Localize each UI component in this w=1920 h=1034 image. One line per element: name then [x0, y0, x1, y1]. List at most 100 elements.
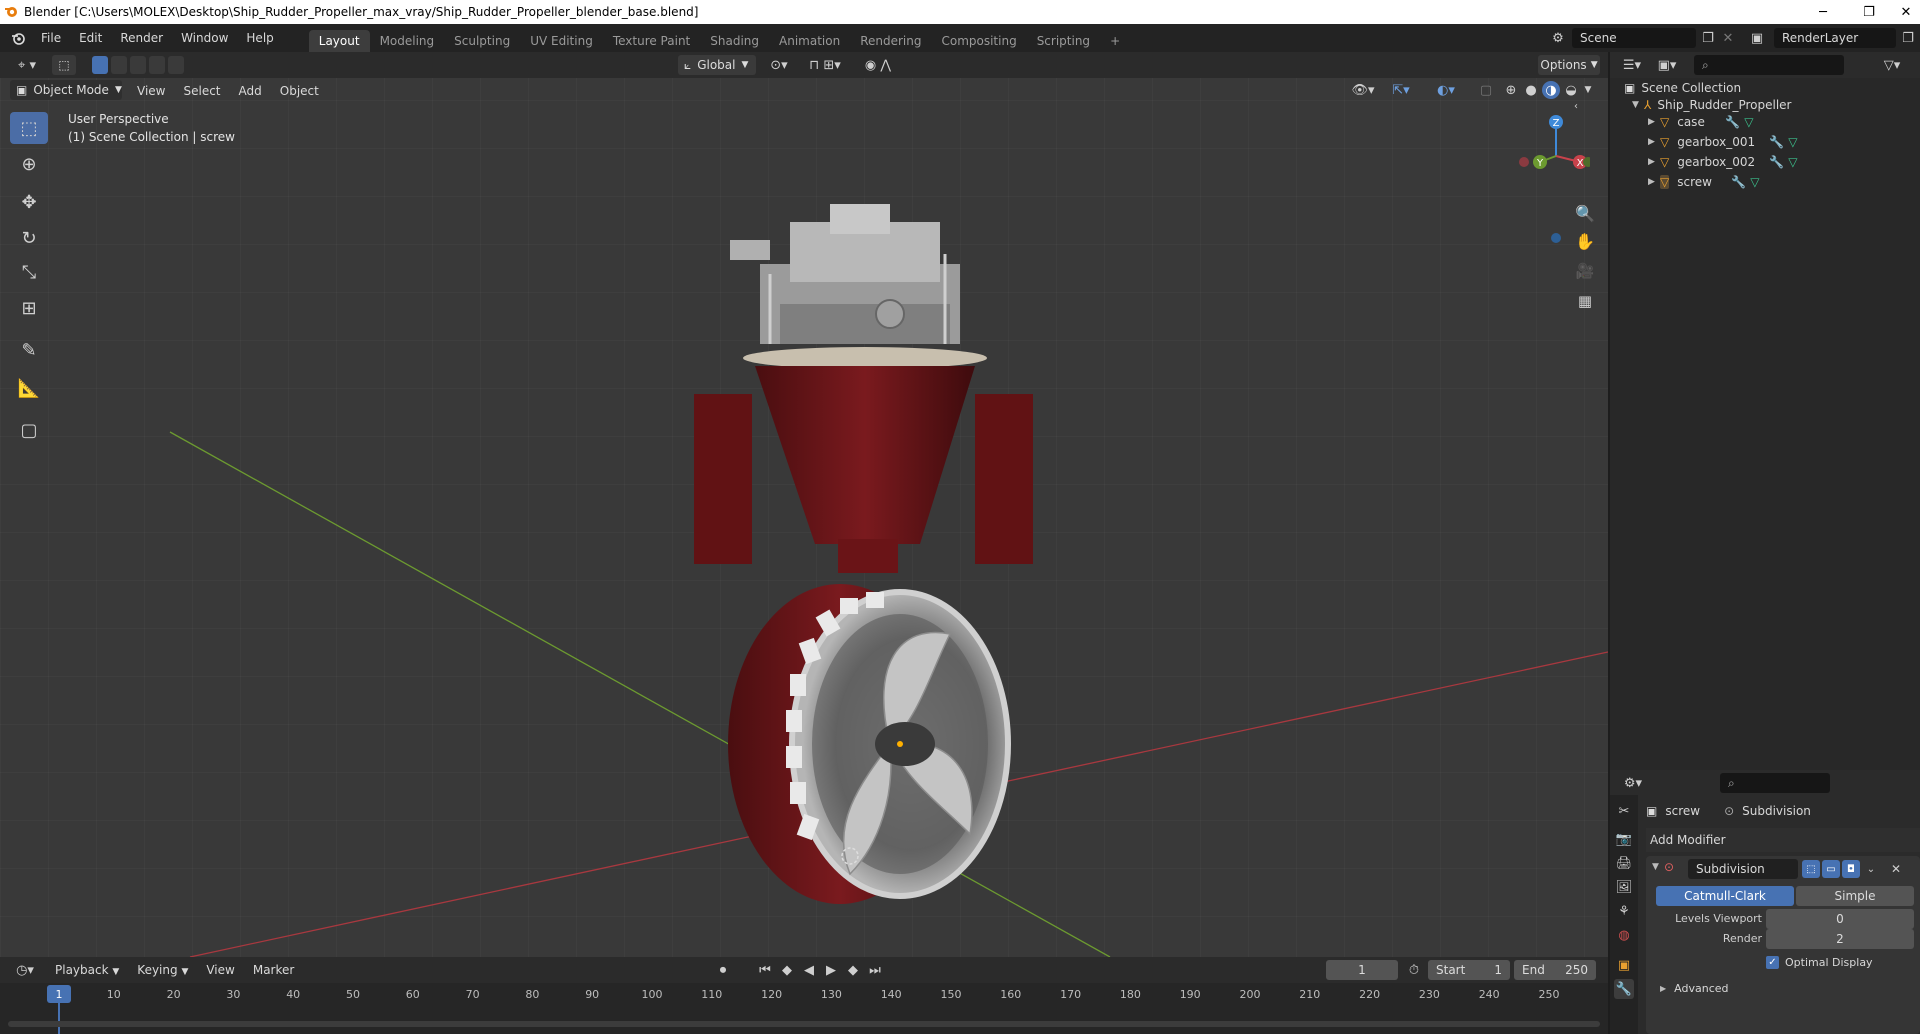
close-window-button[interactable]: ✕	[1892, 0, 1920, 24]
tab-modeling[interactable]: Modeling	[370, 30, 445, 52]
object-tab-icon[interactable]: ▣	[1614, 955, 1634, 975]
modifier-tab-icon[interactable]: 🔧	[1614, 979, 1634, 999]
viewport-display-toggle-icon[interactable]: ▭	[1822, 860, 1840, 878]
menu-file[interactable]: File	[32, 27, 70, 49]
render-tab-icon[interactable]: 📷	[1614, 829, 1634, 849]
blender-menu-icon[interactable]	[4, 27, 32, 49]
outliner-object-row[interactable]: ▶ ▽ gearbox_001 🔧 ▽	[1610, 132, 1920, 152]
filter-icon[interactable]: ▽▾	[1878, 55, 1906, 75]
delete-scene-icon[interactable]: ✕	[1718, 28, 1738, 48]
timeline-scrubber[interactable]: 10 20 30 40 50 60 70 80 90 100 110 120 130 140 150 160 1…	[0, 983, 1608, 1034]
tab-compositing[interactable]: Compositing	[931, 30, 1026, 52]
stopwatch-icon[interactable]: ⏱	[1404, 960, 1424, 980]
edit-mode-toggle-icon[interactable]: ⬚	[1802, 860, 1820, 878]
pan-hand-icon[interactable]: ✋	[1572, 228, 1598, 254]
cursor-tool-icon[interactable]: ⊕	[10, 148, 48, 180]
timeline-scrollbar[interactable]	[8, 1021, 1600, 1027]
timeline-editor-icon[interactable]: ◷▾	[10, 960, 40, 980]
expand-triangle-icon[interactable]: ▶	[1648, 157, 1660, 167]
outliner-search-input[interactable]: ⌕	[1694, 55, 1844, 75]
render-toggle-icon[interactable]: ◘	[1842, 860, 1860, 878]
menu-timeline-view[interactable]: View	[197, 960, 243, 980]
prev-keyframe-icon[interactable]: ◆	[778, 960, 796, 980]
menu-edit[interactable]: Edit	[70, 27, 111, 49]
move-tool-icon[interactable]: ✥	[10, 186, 48, 218]
end-frame-field[interactable]: End 250	[1514, 960, 1596, 980]
menu-keying[interactable]: Keying ▼	[128, 960, 197, 980]
menu-render[interactable]: Render	[111, 27, 172, 49]
properties-search-input[interactable]: ⌕	[1720, 773, 1830, 793]
display-mode-icon[interactable]: ▣▾	[1652, 55, 1682, 75]
mesh-data-icon[interactable]: ▽	[1744, 115, 1753, 129]
advanced-section[interactable]: ▶ Advanced	[1660, 982, 1729, 995]
properties-editor-icon[interactable]: ⚙▾	[1618, 773, 1648, 793]
start-frame-field[interactable]: Start 1	[1428, 960, 1510, 980]
collapse-triangle-icon[interactable]: ▼	[1652, 862, 1659, 872]
outliner-object-row[interactable]: ▶ ▽ gearbox_002 🔧 ▽	[1610, 152, 1920, 172]
sidebar-toggle-icon[interactable]: ‹	[1568, 98, 1584, 114]
annotate-tool-icon[interactable]: ✎	[10, 334, 48, 366]
render-levels-field[interactable]: 2	[1766, 929, 1914, 949]
chevron-down-icon[interactable]: ⌄	[1864, 860, 1878, 878]
3d-viewport[interactable]: ⌖ ▾ ⬚ ⟀ Global ▼ ⊙▾ ⊓ ⊞▾ ◉ ⋀ Options ▼ ▣…	[0, 52, 1608, 957]
playhead-line[interactable]	[58, 1003, 60, 1034]
play-reverse-icon[interactable]: ◀	[800, 960, 818, 980]
play-icon[interactable]: ▶	[822, 960, 840, 980]
new-scene-icon[interactable]: ❐	[1698, 28, 1718, 48]
mesh-data-icon[interactable]: ▽	[1750, 175, 1759, 189]
current-frame-field[interactable]: 1	[1326, 960, 1398, 980]
menu-playback[interactable]: Playback ▼	[46, 960, 128, 980]
transform-tool-icon[interactable]: ⊞	[10, 292, 48, 324]
menu-marker[interactable]: Marker	[244, 960, 303, 980]
optimal-display-checkbox-row[interactable]: ✓ Optimal Display	[1766, 956, 1873, 969]
mesh-data-icon[interactable]: ▽	[1788, 155, 1797, 169]
output-tab-icon[interactable]: 🖨	[1614, 853, 1634, 873]
tab-layout[interactable]: Layout	[308, 30, 370, 52]
rotate-tool-icon[interactable]: ↻	[10, 222, 48, 254]
levels-viewport-field[interactable]: 0	[1766, 909, 1914, 929]
tool-tab-icon[interactable]: ✂	[1614, 801, 1634, 821]
ship-rudder-propeller-model[interactable]	[690, 144, 1070, 904]
render-layer-field[interactable]: RenderLayer	[1774, 28, 1896, 48]
modifier-name-field[interactable]: Subdivision	[1688, 859, 1798, 879]
expand-triangle-icon[interactable]: ▶	[1648, 137, 1660, 147]
jump-end-icon[interactable]: ⏭	[866, 960, 884, 980]
tab-scripting[interactable]: Scripting	[1027, 30, 1100, 52]
camera-view-icon[interactable]: 🎥	[1572, 258, 1598, 284]
tab-rendering[interactable]: Rendering	[850, 30, 931, 52]
modifier-wrench-icon[interactable]: 🔧	[1725, 115, 1740, 129]
world-tab-icon[interactable]: ◍	[1614, 925, 1634, 945]
restore-button[interactable]: ❐	[1846, 0, 1892, 24]
measure-tool-icon[interactable]: 📐	[10, 372, 48, 404]
expand-triangle-icon[interactable]: ▶	[1648, 177, 1660, 187]
add-modifier-button[interactable]: Add Modifier	[1646, 828, 1920, 852]
next-keyframe-icon[interactable]: ◆	[844, 960, 862, 980]
outliner-object-row[interactable]: ▶ ▽ case 🔧 ▽	[1610, 112, 1920, 132]
record-icon[interactable]: ⏺	[708, 960, 738, 980]
new-render-layer-icon[interactable]: ❐	[1898, 28, 1918, 48]
scene-icon[interactable]: ⚙	[1546, 27, 1570, 49]
tab-animation[interactable]: Animation	[769, 30, 850, 52]
expand-triangle-icon[interactable]: ▶	[1648, 117, 1660, 127]
checkmark-icon[interactable]: ✓	[1766, 956, 1779, 969]
tab-sculpting[interactable]: Sculpting	[444, 30, 520, 52]
add-cube-tool-icon[interactable]: ▢	[10, 414, 48, 446]
scale-tool-icon[interactable]: ⤡	[10, 256, 48, 288]
menu-window[interactable]: Window	[172, 27, 237, 49]
catmull-clark-button[interactable]: Catmull-Clark	[1656, 886, 1794, 906]
orthographic-grid-icon[interactable]: ▦	[1572, 288, 1598, 314]
jump-start-icon[interactable]: ⏮	[756, 960, 774, 980]
remove-modifier-icon[interactable]: ✕	[1888, 860, 1904, 878]
scene-tab-icon[interactable]: ⚘	[1614, 901, 1634, 921]
menu-help[interactable]: Help	[237, 27, 282, 49]
modifier-wrench-icon[interactable]: 🔧	[1731, 175, 1746, 189]
outliner-editor-icon[interactable]: ☰▾	[1618, 55, 1646, 75]
view-layer-tab-icon[interactable]: 🖼	[1614, 877, 1634, 897]
scene-name-field[interactable]: Scene	[1572, 28, 1696, 48]
zoom-icon[interactable]: 🔍	[1572, 200, 1598, 226]
select-box-tool-icon[interactable]: ⬚	[10, 112, 48, 144]
mesh-data-icon[interactable]: ▽	[1788, 135, 1797, 149]
minimize-button[interactable]: ─	[1800, 0, 1846, 24]
outliner-object-row-selected[interactable]: ▶ ▽ screw 🔧 ▽	[1610, 172, 1920, 192]
collapse-triangle-icon[interactable]: ▼	[1632, 100, 1644, 110]
